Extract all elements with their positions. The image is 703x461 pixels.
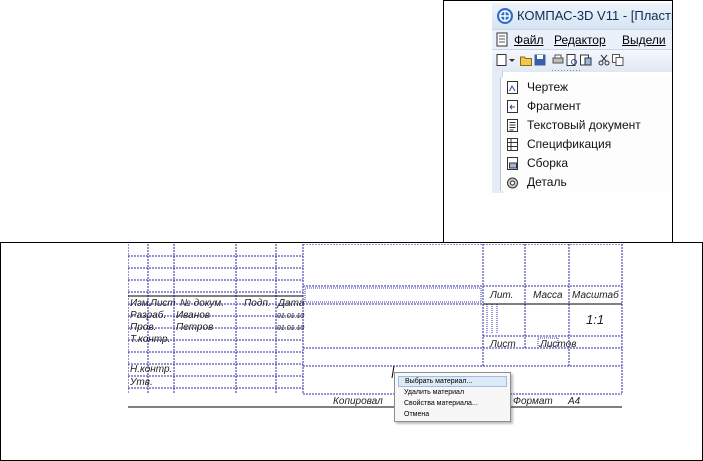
- dropdown-item-drawing[interactable]: Чертеж: [501, 79, 672, 97]
- menu-file[interactable]: Файл: [514, 33, 544, 47]
- row-label-tech-control: Т.контр.: [130, 334, 170, 345]
- row-label-approved: Утв.: [129, 377, 153, 388]
- dropdown-item-assembly[interactable]: Сборка: [501, 155, 672, 173]
- dropdown-item-label: Спецификация: [527, 137, 612, 151]
- material-context-menu: Выбрать материал... Удалить материал Сво…: [394, 372, 511, 422]
- row-label-checker: Пров.: [130, 322, 156, 333]
- format-label: Формат: [513, 396, 553, 407]
- menu-bar: Файл Редактор Выдели: [492, 29, 672, 50]
- format-value: A4: [567, 396, 581, 407]
- developer-date[interactable]: 01.01.10: [277, 313, 304, 320]
- checker-date[interactable]: 01.01.10: [277, 325, 304, 332]
- menu-item-select-material[interactable]: Выбрать материал...: [398, 376, 507, 387]
- checker-name[interactable]: Петров: [176, 322, 213, 333]
- row-label-developer: Разраб.: [130, 309, 166, 321]
- lit-label: Лит.: [489, 290, 513, 301]
- part-icon: [507, 177, 518, 189]
- toolbar-grip: [552, 70, 582, 71]
- sheet-label: Лист: [489, 339, 516, 350]
- standard-toolbar: [492, 49, 672, 72]
- dropdown-item-part[interactable]: Деталь: [501, 174, 672, 192]
- copied-label: Копировал: [333, 396, 383, 407]
- title-block-stamp: Изм. Лист № докум. Подп. Дата Разраб. Пр…: [128, 244, 623, 408]
- kompas-logo-icon: [497, 8, 513, 24]
- window-title: КОМПАС-3D V11 - [Пластина: [517, 8, 672, 23]
- dropdown-item-text-document[interactable]: Текстовый документ: [501, 117, 672, 135]
- row-label-norm-control: Н.контр.: [130, 364, 172, 375]
- mass-label: Масса: [533, 290, 563, 301]
- cut-icon[interactable]: [598, 54, 610, 66]
- col-header-date: Дата: [277, 298, 305, 309]
- dropdown-item-label: Фрагмент: [527, 99, 581, 113]
- print-icon[interactable]: [552, 54, 564, 66]
- dropdown-item-label: Деталь: [527, 175, 567, 189]
- menu-select[interactable]: Выдели: [622, 33, 666, 47]
- specification-icon: [507, 138, 518, 151]
- scale-label: Масштаб: [572, 289, 619, 301]
- scale-value[interactable]: 1:1: [586, 312, 604, 327]
- print-preview-icon[interactable]: [566, 54, 578, 66]
- menu-item-material-properties[interactable]: Свойства материала...: [398, 398, 507, 409]
- drawing-icon: [507, 81, 518, 94]
- document-menu-icon[interactable]: [496, 32, 510, 47]
- assembly-icon: [507, 157, 518, 170]
- col-header-change: Изм.: [130, 298, 151, 309]
- menu-item-cancel[interactable]: Отмена: [398, 409, 507, 420]
- chevron-down-icon[interactable]: [508, 54, 516, 66]
- page-setup-icon[interactable]: [580, 54, 592, 66]
- col-header-sheet: Лист: [149, 298, 176, 309]
- dropdown-item-specification[interactable]: Спецификация: [501, 136, 672, 154]
- copy-icon[interactable]: [612, 54, 624, 66]
- new-document-icon[interactable]: [496, 54, 508, 66]
- menu-item-delete-material[interactable]: Удалить материал: [398, 387, 507, 398]
- dropdown-item-fragment[interactable]: Фрагмент: [501, 98, 672, 116]
- save-icon[interactable]: [534, 54, 546, 66]
- dropdown-item-label: Текстовый документ: [527, 118, 641, 132]
- window-titlebar: КОМПАС-3D V11 - [Пластина: [492, 3, 672, 29]
- kompas-window-inset: КОМПАС-3D V11 - [Пластина Файл Редактор …: [443, 0, 673, 243]
- col-header-doc-number: № докум.: [180, 298, 224, 309]
- sheets-label: Листов: [539, 339, 576, 350]
- developer-name[interactable]: Иванов: [176, 310, 210, 321]
- open-folder-icon[interactable]: [520, 54, 532, 66]
- text-document-icon: [507, 119, 518, 132]
- dropdown-item-label: Сборка: [527, 156, 569, 170]
- title-block-dashed: [304, 287, 559, 347]
- menu-editor[interactable]: Редактор: [554, 33, 606, 47]
- new-document-dropdown: Чертеж Фрагмент Текстовый документ Специ…: [500, 77, 672, 192]
- fragment-icon: [507, 100, 518, 113]
- dropdown-item-label: Чертеж: [527, 80, 569, 94]
- col-header-signature: Подп.: [244, 298, 271, 309]
